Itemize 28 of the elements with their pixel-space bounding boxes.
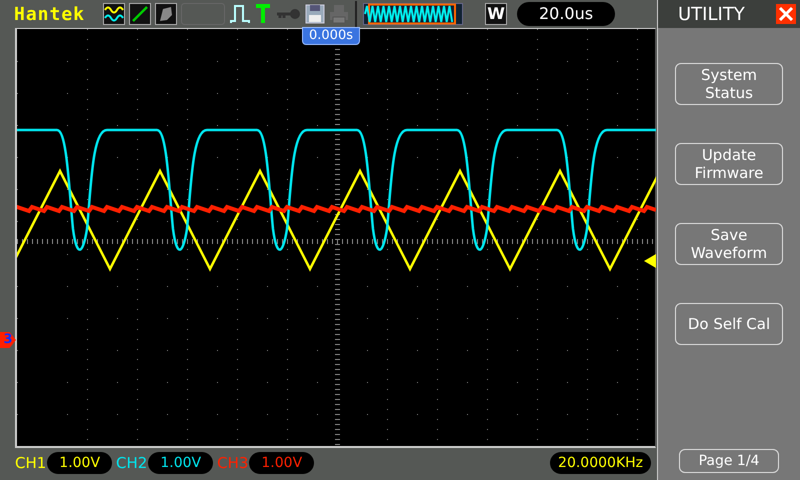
channel-label: CH1 [15,452,46,474]
pulse-icon[interactable] [229,3,252,25]
frequency-readout: 20.0000KHz [550,452,651,474]
printer-icon [329,4,350,24]
waveform-icon[interactable] [103,3,126,25]
channel-scale: 1.00V [47,452,112,474]
channel-marker: 3 [0,332,16,348]
channel-scale: 1.00V [148,452,214,474]
menu-button[interactable]: Update Firmware [675,143,783,185]
close-icon[interactable] [776,4,796,24]
page-button[interactable]: Page 1/4 [679,449,779,473]
menu-button[interactable]: Save Waveform [675,223,783,265]
trigger-position-marker: 0.000s [302,27,360,45]
key-icon [275,7,302,21]
waveform-overview-icon [363,3,464,25]
timebase-mode-label: W [485,3,508,25]
save-icon[interactable] [305,4,326,24]
channel-scale: 1.00V [249,452,314,474]
channel-label: CH3 [217,452,248,474]
menu-button[interactable]: System Status [675,63,783,105]
timebase-value: 20.0us [517,2,616,26]
persistence-icon[interactable] [155,3,178,25]
ramp-icon[interactable] [129,3,152,25]
brand-logo: Hantek [14,2,86,26]
trigger-icon[interactable] [255,4,272,24]
menu-title: UTILITY [678,2,746,26]
menu-button[interactable]: Do Self Cal [675,303,783,345]
channel-label: CH2 [116,452,148,474]
